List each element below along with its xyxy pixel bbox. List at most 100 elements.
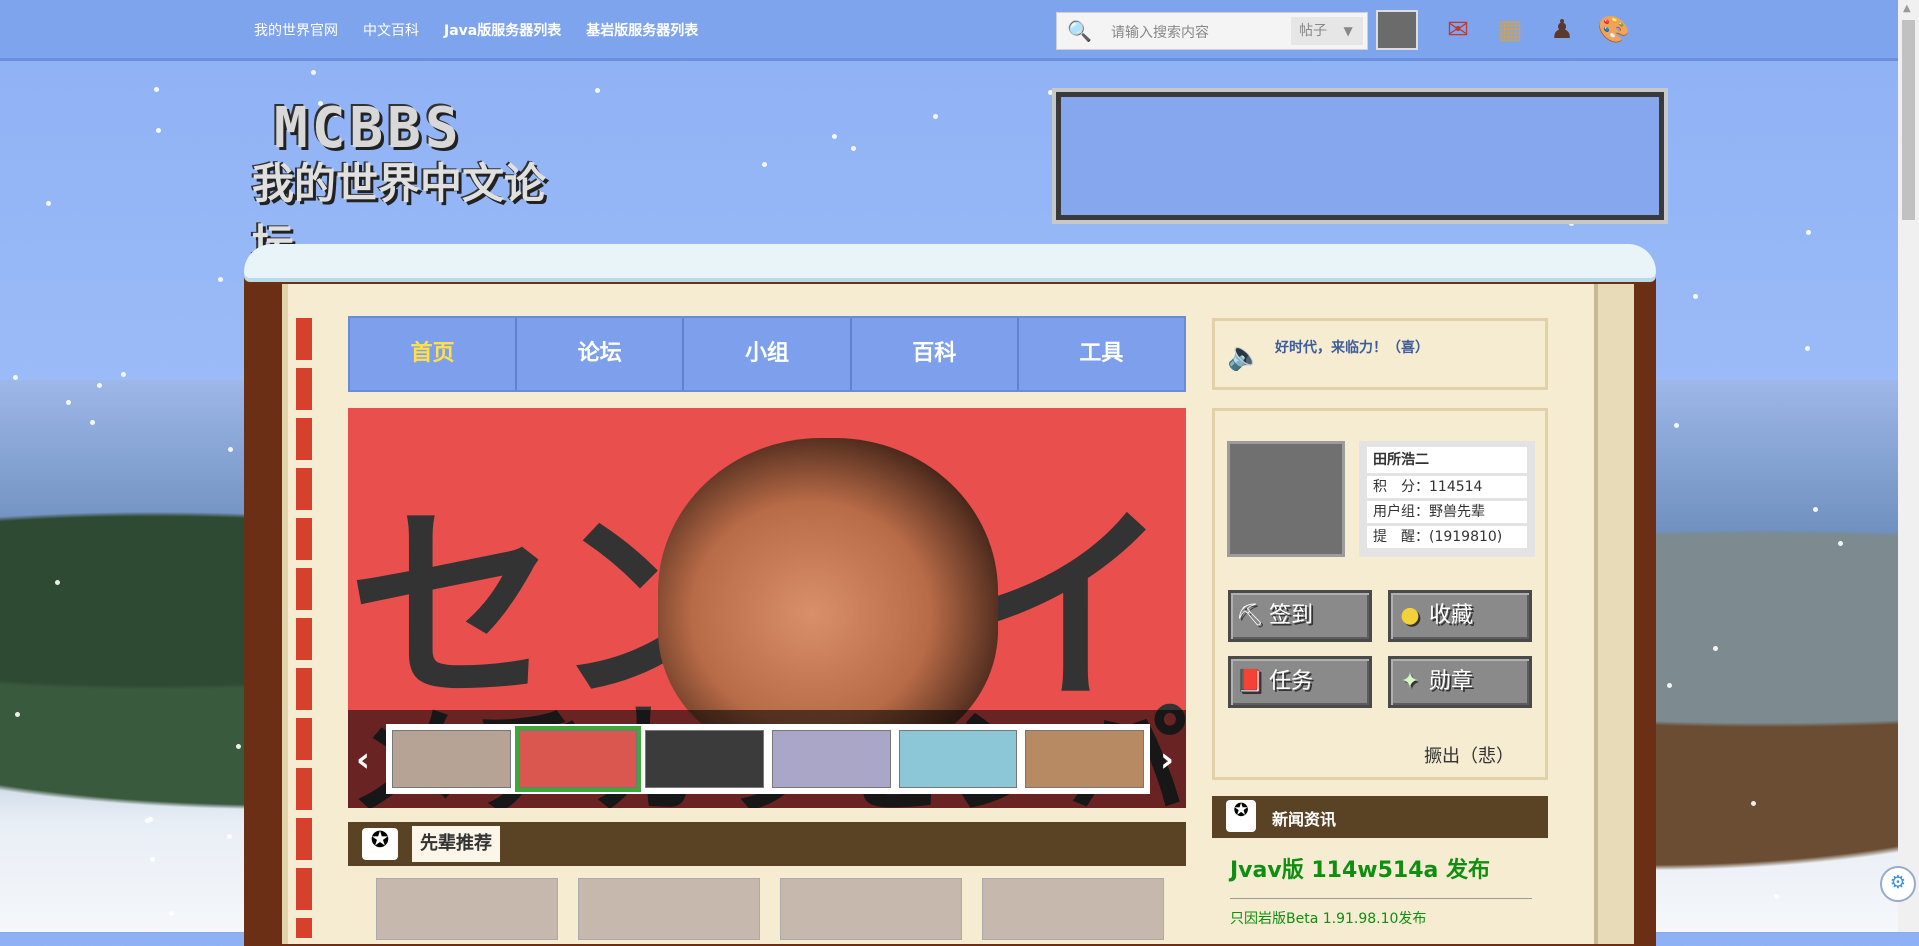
snowflake: [228, 447, 233, 452]
snowflake: [1813, 507, 1818, 512]
nav-forum[interactable]: 论坛: [517, 318, 685, 390]
recommend-icon: ✪: [362, 828, 398, 860]
snowflake: [1048, 90, 1053, 95]
snowflake: [1674, 423, 1679, 428]
snowflake: [762, 162, 767, 167]
slide-thumb-selected[interactable]: [514, 726, 642, 792]
slide-thumb[interactable]: [1025, 730, 1145, 788]
news-subline[interactable]: 只因岩版Beta 1.91.98.10发布: [1230, 908, 1426, 928]
recommend-card[interactable]: [982, 878, 1164, 940]
top-bar: 我的世界官网 中文百科 Java版服务器列表 基岩版服务器列表 🔍 请输入搜索内…: [0, 0, 1898, 61]
link-bedrock-servers[interactable]: 基岩版服务器列表: [586, 20, 698, 40]
favorite-label: 收藏: [1429, 603, 1474, 628]
slide-thumbnails: [386, 724, 1150, 794]
news-icon: ✪: [1226, 800, 1256, 832]
profile-icon[interactable]: ♟: [1544, 12, 1580, 48]
medal-label: 勋章: [1429, 669, 1474, 694]
notice-box: 🔈 好时代，来临力！（喜）: [1212, 318, 1548, 390]
news-headline[interactable]: Jvav版 114w514a 发布: [1230, 852, 1490, 884]
notice-text[interactable]: 好时代，来临力！（喜）: [1275, 337, 1429, 357]
book-binding: [296, 318, 312, 938]
user-info: 田所浩二 积 分：114514 用户组：野兽先辈 提 醒：(1919810): [1359, 441, 1535, 557]
book-page-edge: [1594, 284, 1634, 944]
chevron-down-icon: ▼: [1343, 24, 1353, 38]
news-header: ✪ 新闻资讯: [1212, 796, 1548, 838]
recommend-card[interactable]: [780, 878, 962, 940]
notification-icon[interactable]: ▦: [1492, 12, 1528, 48]
nav-wiki[interactable]: 百科: [852, 318, 1019, 390]
top-links: 我的世界官网 中文百科 Java版服务器列表 基岩版服务器列表: [254, 20, 698, 40]
snowflake: [154, 87, 159, 92]
snowflake: [66, 400, 71, 405]
nav-home[interactable]: 首页: [350, 318, 518, 390]
page-scrollbar[interactable]: ▲: [1898, 0, 1919, 932]
theme-icon[interactable]: 🎨: [1596, 12, 1632, 48]
medal-button[interactable]: ✦ 勋章: [1388, 656, 1532, 708]
snowflake: [1838, 541, 1843, 546]
snowflake: [851, 146, 856, 151]
favorite-button[interactable]: ● 收藏: [1388, 590, 1532, 642]
link-wiki[interactable]: 中文百科: [363, 20, 419, 40]
slide-thumb[interactable]: [898, 730, 1018, 788]
snowflake: [218, 277, 223, 282]
search-input[interactable]: 请输入搜索内容: [1111, 22, 1209, 42]
snowflake: [227, 834, 232, 839]
user-avatar-small[interactable]: [1376, 10, 1418, 50]
news-divider: [1230, 898, 1532, 899]
site-logo[interactable]: MCBBS 我的世界中文论坛: [252, 96, 582, 269]
star-icon: ✦: [1400, 669, 1420, 694]
pickaxe-icon: ⛏: [1236, 603, 1264, 628]
slide-thumb[interactable]: [772, 730, 891, 788]
ad-banner[interactable]: [1052, 88, 1668, 224]
snowflake: [156, 128, 161, 133]
avatar[interactable]: [1227, 441, 1345, 557]
snowflake: [13, 375, 18, 380]
search-box: 🔍 请输入搜索内容 帖子 ▼: [1056, 12, 1368, 50]
snowflake: [1569, 221, 1574, 226]
search-icon[interactable]: 🔍: [1067, 19, 1092, 43]
signin-button[interactable]: ⛏ 签到: [1228, 590, 1372, 642]
nav-groups[interactable]: 小组: [684, 318, 852, 390]
link-official-site[interactable]: 我的世界官网: [254, 20, 338, 40]
snowflake: [1806, 230, 1811, 235]
user-score: 积 分：114514: [1367, 476, 1527, 498]
slide-prev-icon[interactable]: ‹: [356, 740, 370, 780]
slide-next-icon[interactable]: ›: [1160, 740, 1174, 780]
snowflake: [1774, 894, 1779, 899]
scrollbar-thumb[interactable]: [1902, 20, 1915, 220]
signin-label: 签到: [1269, 603, 1314, 628]
link-java-servers[interactable]: Java版服务器列表: [444, 20, 561, 40]
float-settings-icon[interactable]: ⚙: [1880, 866, 1916, 902]
scroll-up-icon[interactable]: ▲: [1903, 3, 1911, 14]
snowflake: [121, 372, 126, 377]
news-title: 新闻资讯: [1272, 810, 1337, 829]
snowflake: [90, 420, 95, 425]
slide-thumb[interactable]: [645, 730, 765, 788]
recommend-title: 先辈推荐: [412, 826, 500, 862]
snowflake: [236, 744, 241, 749]
search-type-select[interactable]: 帖子 ▼: [1291, 17, 1363, 45]
recommend-header: ✪ 先辈推荐: [348, 822, 1186, 866]
snowflake: [1805, 346, 1810, 351]
recommend-card[interactable]: [578, 878, 760, 940]
snowflake: [15, 712, 20, 717]
snowflake: [55, 580, 60, 585]
user-remind[interactable]: 提 醒：(1919810): [1367, 526, 1527, 548]
message-icon[interactable]: ✉: [1440, 12, 1476, 48]
slide-thumb[interactable]: [392, 730, 511, 788]
search-type-label: 帖子: [1299, 23, 1327, 39]
nav-tools[interactable]: 工具: [1019, 318, 1184, 390]
apple-icon: ●: [1400, 603, 1420, 628]
snowflake: [1713, 646, 1718, 651]
snowflake: [311, 70, 316, 75]
recommend-cards: [376, 878, 1164, 940]
task-label: 任务: [1269, 669, 1314, 694]
snowflake: [169, 911, 174, 916]
snowflake: [1751, 801, 1756, 806]
logout-link[interactable]: 撅出（悲）: [1424, 742, 1514, 768]
speaker-icon: 🔈: [1227, 339, 1262, 372]
snowflake: [150, 857, 155, 862]
recommend-card[interactable]: [376, 878, 558, 940]
task-button[interactable]: 📕 任务: [1228, 656, 1372, 708]
user-name[interactable]: 田所浩二: [1367, 447, 1527, 473]
